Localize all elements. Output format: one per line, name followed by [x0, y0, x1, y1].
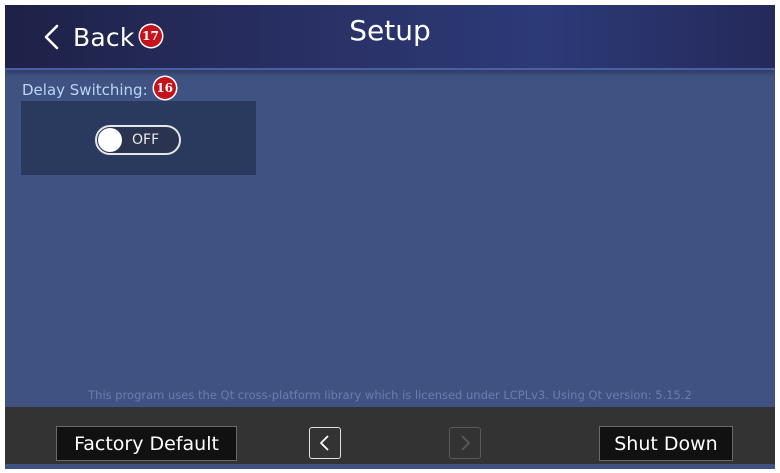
shut-down-button[interactable]: Shut Down — [599, 426, 733, 461]
delay-switching-label: Delay Switching: 16 — [22, 77, 176, 102]
next-page-button[interactable] — [449, 427, 481, 459]
delay-switching-text: Delay Switching: — [22, 81, 148, 99]
factory-default-button[interactable]: Factory Default — [56, 426, 237, 461]
license-notice: This program uses the Qt cross-platform … — [88, 388, 692, 402]
delay-switching-badge: 16 — [153, 77, 176, 99]
delay-switching-panel: OFF — [21, 101, 256, 175]
prev-page-button[interactable] — [309, 427, 341, 459]
toggle-knob — [98, 128, 122, 152]
delay-switching-toggle[interactable]: OFF — [95, 125, 181, 155]
page-title: Setup — [349, 14, 431, 47]
toggle-state-text: OFF — [132, 132, 160, 148]
footer-bar: Factory Default Shut Down — [5, 407, 775, 464]
chevron-left-icon — [320, 435, 329, 451]
chevron-right-icon — [461, 435, 470, 451]
